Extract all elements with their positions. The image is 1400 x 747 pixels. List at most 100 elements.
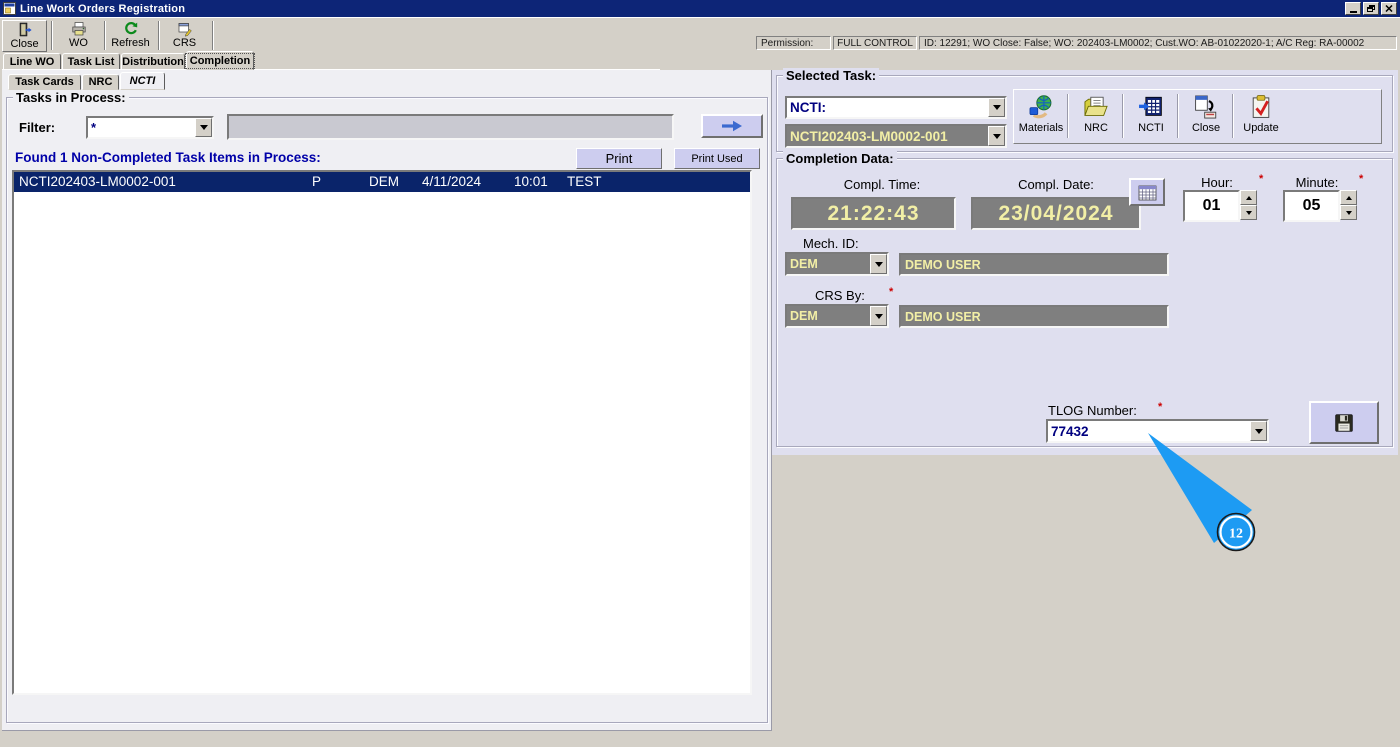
clipboard-arrow-icon <box>1193 92 1219 122</box>
crs-button[interactable]: CRS <box>162 20 207 52</box>
toolbar-separator <box>1177 94 1179 138</box>
refresh-icon <box>123 20 139 37</box>
crs-by-combobox[interactable]: DEM <box>785 304 889 328</box>
ncti-dropdown-button[interactable] <box>988 98 1005 117</box>
tlog-combobox[interactable]: 77432 <box>1046 419 1269 443</box>
crs-by-dropdown-button[interactable] <box>870 306 887 326</box>
row-task-id: NCTI202403-LM0002-001 <box>19 174 176 189</box>
chevron-down-icon <box>992 133 1001 139</box>
nrc-button[interactable]: NRC <box>1071 92 1121 141</box>
task-items-list[interactable]: NCTI202403-LM0002-001 P DEM 4/11/2024 10… <box>12 170 752 695</box>
tab-line-wo[interactable]: Line WO <box>3 53 61 70</box>
task-action-toolbar: Materials NRC NCTI Close Update <box>1013 89 1382 144</box>
toolbar-separator <box>51 21 53 50</box>
mech-id-combobox[interactable]: DEM <box>785 252 889 276</box>
hour-up-button[interactable] <box>1240 190 1257 205</box>
tlog-value: 77432 <box>1051 423 1089 439</box>
filter-combobox[interactable]: * <box>86 116 214 139</box>
annotation-circle <box>1219 515 1253 549</box>
tasks-in-process-group: Tasks in Process: Filter: * Found 1 Non-… <box>6 90 768 723</box>
refresh-button[interactable]: Refresh <box>108 20 153 52</box>
mech-id-dropdown-button[interactable] <box>870 254 887 274</box>
toolbar-separator <box>212 21 214 50</box>
spin-down-icon <box>1245 210 1252 215</box>
save-floppy-icon <box>1335 413 1353 432</box>
refresh-button-label: Refresh <box>111 37 150 49</box>
minute-up-button[interactable] <box>1340 190 1357 205</box>
toolbar-separator <box>158 21 160 50</box>
row-desc: TEST <box>567 174 602 189</box>
crs-by-value: DEM <box>790 309 818 323</box>
hour-down-button[interactable] <box>1240 205 1257 220</box>
close-icon <box>1385 5 1393 12</box>
found-items-text: Found 1 Non-Completed Task Items in Proc… <box>15 150 321 165</box>
permission-label: Permission: <box>756 36 831 50</box>
save-button[interactable] <box>1309 401 1379 444</box>
wo-button[interactable]: WO <box>56 20 101 52</box>
update-button[interactable]: Update <box>1236 92 1286 141</box>
subtab-ncti[interactable]: NCTI <box>120 72 165 90</box>
restore-button[interactable] <box>1363 2 1379 15</box>
hour-field[interactable]: 01 <box>1183 190 1240 222</box>
filter-label: Filter: <box>19 120 56 135</box>
filter-dropdown-button[interactable] <box>195 118 212 137</box>
minute-spinner <box>1340 190 1357 220</box>
minute-field[interactable]: 05 <box>1283 190 1340 222</box>
mech-id-label: Mech. ID: <box>803 236 859 251</box>
completion-data-group: Completion Data: Compl. Time: 21:22:43 C… <box>776 151 1393 447</box>
task-id-combobox[interactable]: NCTI202403-LM0002-001 <box>785 124 1007 148</box>
clipboard-check-icon <box>1248 92 1274 122</box>
arrow-right-icon <box>722 120 742 132</box>
spin-down-icon <box>1345 210 1352 215</box>
ncti-button[interactable]: NCTI <box>1126 92 1176 141</box>
tlog-dropdown-button[interactable] <box>1250 421 1267 441</box>
crs-by-label: CRS By: <box>815 288 865 303</box>
compl-time-label: Compl. Time: <box>843 177 921 192</box>
materials-globe-hand-icon <box>1028 92 1054 122</box>
minimize-icon <box>1349 11 1357 13</box>
subtab-nrc[interactable]: NRC <box>82 74 119 90</box>
filter-value: * <box>91 120 97 135</box>
tab-task-list[interactable]: Task List <box>62 53 120 70</box>
chevron-down-icon <box>992 105 1001 110</box>
tab-distribution[interactable]: Distribution <box>121 53 185 70</box>
ncti-combobox[interactable]: NCTI: <box>785 96 1007 119</box>
task-list-row-selected[interactable]: NCTI202403-LM0002-001 P DEM 4/11/2024 10… <box>14 172 750 192</box>
compl-time-field: 21:22:43 <box>791 197 956 230</box>
update-button-label: Update <box>1243 122 1279 134</box>
completion-data-title: Completion Data: <box>783 151 897 166</box>
close-window-button[interactable] <box>1381 2 1397 15</box>
task-id-dropdown-button[interactable] <box>988 126 1005 146</box>
annotation-step-number: 12 <box>1229 527 1243 542</box>
calendar-button[interactable] <box>1129 178 1165 206</box>
spin-up-icon <box>1345 195 1352 200</box>
folder-document-icon <box>1083 92 1109 122</box>
title-bar: Line Work Orders Registration <box>0 0 1400 17</box>
selected-task-group: Selected Task: NCTI: NCTI202403-LM0002-0… <box>776 68 1393 152</box>
close-button[interactable]: Close <box>2 20 47 52</box>
minimize-button[interactable] <box>1345 2 1361 15</box>
print-button[interactable]: Print <box>576 148 662 169</box>
mech-name-field: DEMO USER <box>899 253 1169 276</box>
nrc-button-label: NRC <box>1084 122 1108 134</box>
close-task-button[interactable]: Close <box>1181 92 1231 141</box>
materials-button[interactable]: Materials <box>1016 92 1066 141</box>
ncti-button-label: NCTI <box>1138 122 1164 134</box>
tlog-label: TLOG Number: <box>1048 403 1137 418</box>
minute-label: Minute: <box>1295 175 1339 190</box>
chevron-down-icon <box>199 125 208 130</box>
minute-down-button[interactable] <box>1340 205 1357 220</box>
close-button-label: Close <box>10 38 39 50</box>
annotation-circle-outline <box>1216 512 1256 552</box>
subtab-task-cards[interactable]: Task Cards <box>8 74 81 90</box>
filter-text-field <box>227 114 674 140</box>
toolbar-separator <box>1232 94 1234 138</box>
apply-filter-button[interactable] <box>701 114 763 138</box>
tab-completion[interactable]: Completion <box>184 51 256 70</box>
chevron-down-icon <box>1254 428 1263 434</box>
compl-date-field: 23/04/2024 <box>971 197 1141 230</box>
crs-required-marker: * <box>889 286 894 298</box>
mech-id-value: DEM <box>790 257 818 271</box>
print-used-button[interactable]: Print Used <box>674 148 760 169</box>
toolbar-separator <box>1122 94 1124 138</box>
